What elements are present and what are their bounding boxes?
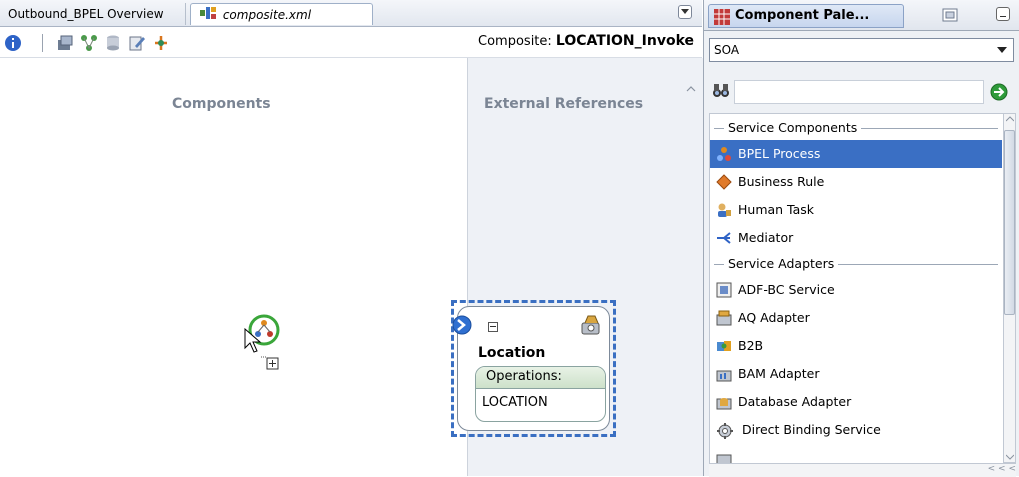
tab-label: Outbound_BPEL Overview bbox=[8, 7, 164, 21]
palette-item-direct-binding-service[interactable]: Direct Binding Service bbox=[710, 416, 1002, 444]
editor-tab-bar: Outbound_BPEL Overview composite.xml bbox=[0, 0, 702, 27]
resource-palette-icon[interactable] bbox=[942, 8, 958, 22]
service-arrow-icon[interactable] bbox=[452, 315, 472, 335]
palette-header: Component Pale... bbox=[704, 0, 1019, 31]
b2b-icon bbox=[717, 341, 731, 351]
operations-box: Operations: LOCATION bbox=[475, 366, 606, 422]
palette-title: Component Pale... bbox=[735, 8, 870, 23]
section-header-service-components[interactable]: Service Components bbox=[710, 116, 1002, 140]
composite-editor: Outbound_BPEL Overview composite.xml Com… bbox=[0, 0, 703, 476]
palette-vertical-scrollbar[interactable] bbox=[1003, 113, 1016, 463]
scroll-down-icon[interactable] bbox=[1006, 454, 1014, 460]
adapter-icon bbox=[581, 315, 600, 335]
edit-properties-icon[interactable] bbox=[128, 34, 146, 52]
tab-composite-xml[interactable]: composite.xml bbox=[190, 3, 373, 25]
direct-binding-service-icon bbox=[717, 423, 733, 439]
composite-file-icon bbox=[199, 5, 217, 27]
palette-category-value: SOA bbox=[714, 43, 740, 57]
tab-outbound-bpel-overview[interactable]: Outbound_BPEL Overview bbox=[0, 3, 186, 25]
tab-list-menu-button[interactable] bbox=[678, 5, 692, 19]
composite-name: LOCATION_Invoke bbox=[555, 33, 694, 49]
palette-item-b2b[interactable]: B2B bbox=[710, 332, 1002, 360]
palette-item-adf-bc-service[interactable]: ADF-BC Service bbox=[710, 276, 1002, 304]
section-header-service-adapters[interactable]: Service Adapters bbox=[710, 252, 1002, 276]
scroll-up-icon[interactable] bbox=[1006, 116, 1014, 122]
create-composite-icon[interactable] bbox=[56, 34, 74, 52]
toolbar-separator bbox=[42, 34, 43, 52]
reference-name: Location bbox=[478, 345, 546, 361]
composite-name-label: Composite: LOCATION_Invoke bbox=[478, 33, 694, 49]
components-lane[interactable]: Components bbox=[0, 58, 467, 476]
business-rule-icon bbox=[716, 174, 732, 190]
database-adapter-icon bbox=[716, 398, 732, 410]
location-reference[interactable]: Location Operations: LOCATION bbox=[452, 306, 610, 431]
go-arrow-icon[interactable] bbox=[990, 83, 1008, 101]
drop-copy-icon bbox=[261, 356, 279, 370]
palette-category-select[interactable]: SOA bbox=[709, 38, 1014, 62]
scroll-up-icon[interactable] bbox=[686, 84, 696, 94]
palette-grid-icon bbox=[714, 9, 730, 25]
component-palette: Component Pale... SOA Service Components… bbox=[703, 0, 1019, 477]
minimize-button[interactable] bbox=[996, 7, 1010, 21]
mouse-cursor-icon bbox=[244, 328, 262, 353]
mediator-icon bbox=[717, 232, 731, 244]
chevron-down-icon bbox=[997, 47, 1007, 53]
palette-horizontal-scrollbar[interactable]: < < < bbox=[709, 463, 1016, 477]
operation-item[interactable]: LOCATION bbox=[476, 389, 605, 417]
external-references-lane-title: External References bbox=[484, 96, 644, 112]
database-icon[interactable] bbox=[104, 34, 122, 52]
aq-adapter-icon bbox=[716, 310, 732, 326]
adf-bc-service-icon bbox=[716, 282, 732, 298]
deploy-icon[interactable] bbox=[152, 34, 170, 52]
palette-item-business-rule[interactable]: Business Rule bbox=[710, 168, 1002, 196]
components-lane-title: Components bbox=[172, 96, 271, 112]
bpel-process-icon bbox=[717, 147, 731, 161]
info-icon[interactable] bbox=[4, 34, 22, 52]
operations-header: Operations: bbox=[476, 367, 605, 389]
palette-search-input[interactable] bbox=[734, 80, 984, 104]
palette-item-bpel-process[interactable]: BPEL Process bbox=[710, 140, 1002, 168]
palette-item-mediator[interactable]: Mediator bbox=[710, 224, 1002, 252]
palette-item-database-adapter[interactable]: Database Adapter bbox=[710, 388, 1002, 416]
bam-adapter-icon bbox=[716, 370, 732, 382]
scrollbar-thumb[interactable] bbox=[1004, 130, 1015, 315]
human-task-icon bbox=[718, 203, 731, 217]
wire-components-icon[interactable] bbox=[80, 34, 98, 52]
binoculars-icon bbox=[713, 84, 729, 97]
palette-item-bam-adapter[interactable]: BAM Adapter bbox=[710, 360, 1002, 388]
editor-toolbar: Composite: LOCATION_Invoke bbox=[0, 27, 702, 58]
collapse-toggle[interactable] bbox=[488, 322, 498, 332]
chevron-down-icon bbox=[681, 9, 689, 14]
palette-list: Service Components BPEL Process Business… bbox=[709, 113, 1003, 476]
tab-label: composite.xml bbox=[222, 8, 312, 22]
tab-component-palette[interactable]: Component Pale... bbox=[708, 4, 904, 28]
palette-item-human-task[interactable]: Human Task bbox=[710, 196, 1002, 224]
palette-item-aq-adapter[interactable]: AQ Adapter bbox=[710, 304, 1002, 332]
